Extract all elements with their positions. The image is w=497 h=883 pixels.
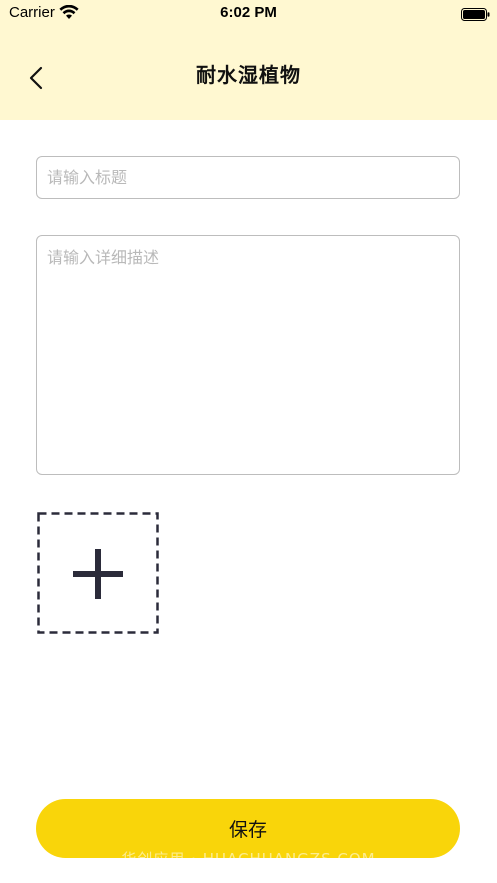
battery-full-icon — [461, 6, 490, 21]
description-input[interactable] — [36, 235, 460, 475]
page-title: 耐水湿植物 — [196, 63, 301, 87]
header: Carrier 6:02 PM 耐水湿植物 — [0, 0, 497, 120]
add-photo-button[interactable] — [37, 512, 159, 634]
add-plant-screen: Carrier 6:02 PM 耐水湿植物 请输入标题 请输入详细描述 保存 华… — [0, 0, 497, 883]
plus-icon — [37, 512, 159, 634]
clock: 6:02 PM — [220, 4, 277, 21]
status-bar: Carrier 6:02 PM — [0, 0, 497, 26]
save-button[interactable]: 保存 — [36, 799, 460, 858]
title-input[interactable] — [36, 156, 460, 199]
